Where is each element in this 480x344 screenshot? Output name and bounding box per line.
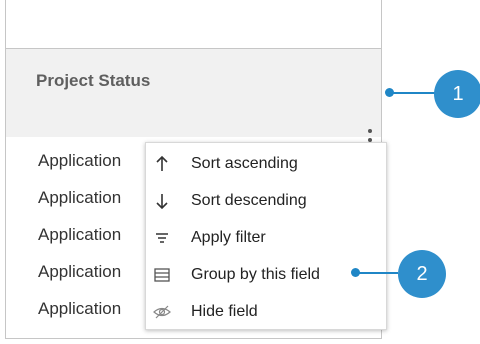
callout-1-badge: 1 xyxy=(434,70,480,118)
eye-slash-icon xyxy=(150,300,174,324)
callout-2-badge: 2 xyxy=(398,250,446,298)
filter-icon xyxy=(150,226,174,250)
column-header: Project Status xyxy=(6,49,381,151)
menu-item-label: Apply filter xyxy=(191,228,266,246)
menu-item-group-by-field[interactable]: Group by this field xyxy=(146,256,386,293)
menu-item-label: Hide field xyxy=(191,302,258,320)
arrow-down-icon xyxy=(150,189,174,213)
table-toolbar-area xyxy=(6,0,381,49)
callout-2-leader xyxy=(356,272,398,274)
menu-item-sort-ascending[interactable]: Sort ascending xyxy=(146,145,386,182)
column-title: Project Status xyxy=(36,71,151,90)
callout-1-leader xyxy=(390,92,436,94)
menu-item-label: Sort ascending xyxy=(191,154,298,172)
menu-item-label: Sort descending xyxy=(191,191,307,209)
menu-item-apply-filter[interactable]: Apply filter xyxy=(146,219,386,256)
menu-item-label: Group by this field xyxy=(191,265,320,283)
menu-item-hide-field[interactable]: Hide field xyxy=(146,293,386,330)
column-context-menu: Sort ascending Sort descending Apply fil… xyxy=(145,142,387,330)
group-icon xyxy=(150,263,174,287)
arrow-up-icon xyxy=(150,152,174,176)
menu-item-sort-descending[interactable]: Sort descending xyxy=(146,182,386,219)
